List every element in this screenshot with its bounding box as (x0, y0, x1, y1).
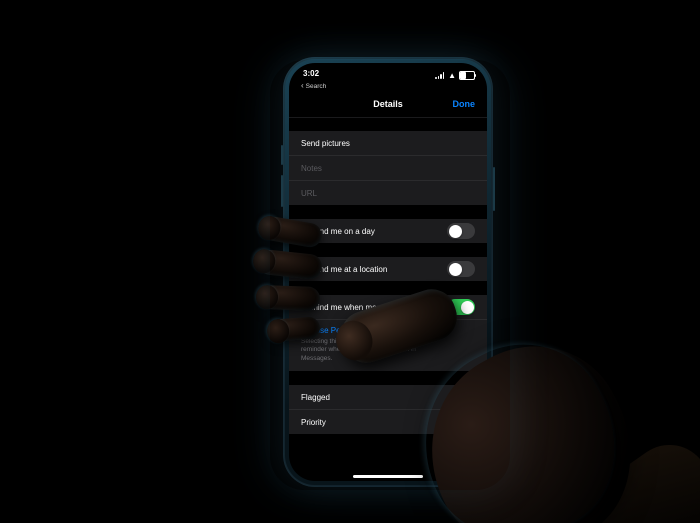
volume-down-button (281, 175, 283, 207)
volume-up-button (281, 145, 283, 165)
flagged-row[interactable]: Flagged (289, 385, 487, 410)
flagged-label: Flagged (301, 393, 330, 402)
remind-location-toggle[interactable] (447, 261, 475, 277)
priority-label: Priority (301, 418, 326, 427)
page-title: Details (373, 99, 403, 109)
notes-field[interactable]: Notes (289, 156, 487, 181)
content: Send pictures Notes URL Remind me on a d… (289, 117, 487, 481)
cellular-icon (435, 72, 445, 79)
status-time: 3:02 (303, 69, 319, 78)
url-field[interactable]: URL (289, 181, 487, 205)
phone-frame: 3:02 Search ▲ Details Done Send pictures (283, 57, 493, 487)
nav-bar: Details Done (289, 91, 487, 118)
done-button[interactable]: Done (453, 91, 476, 117)
remind-day-row[interactable]: Remind me on a day (289, 219, 487, 243)
back-to-search[interactable]: Search (301, 81, 326, 90)
choose-person-link[interactable]: Choose Person (301, 326, 475, 335)
notch (345, 63, 431, 77)
reminder-title-field[interactable]: Send pictures (289, 131, 487, 156)
status-indicators: ▲ (435, 71, 475, 80)
priority-value: None (456, 418, 475, 427)
home-indicator[interactable] (353, 475, 423, 478)
notes-placeholder: Notes (301, 164, 322, 173)
choose-person-section: Choose Person Selecting this option will… (289, 320, 487, 371)
priority-row[interactable]: Priority None (289, 410, 487, 434)
remind-message-row[interactable]: Remind me when messaging (289, 295, 487, 320)
url-placeholder: URL (301, 189, 317, 198)
choose-person-hint: Selecting this option will show the remi… (301, 338, 421, 363)
phone-screen: 3:02 Search ▲ Details Done Send pictures (289, 63, 487, 481)
remind-location-row[interactable]: Remind me at a location (289, 257, 487, 281)
wifi-icon: ▲ (448, 72, 456, 80)
remind-message-toggle[interactable] (447, 299, 475, 315)
side-button (493, 167, 495, 211)
battery-icon (459, 71, 475, 80)
reminder-title: Send pictures (301, 139, 350, 148)
remind-message-label: Remind me when messaging (301, 303, 404, 312)
remind-day-label: Remind me on a day (301, 227, 375, 236)
scene: 3:02 Search ▲ Details Done Send pictures (0, 0, 700, 523)
remind-day-toggle[interactable] (447, 223, 475, 239)
remind-location-label: Remind me at a location (301, 265, 387, 274)
